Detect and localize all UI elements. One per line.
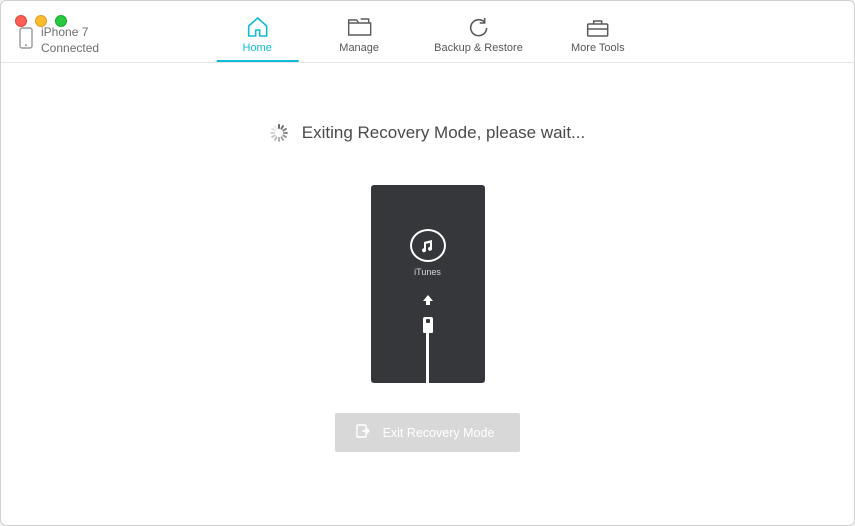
- arrow-up-icon: [422, 293, 434, 311]
- tab-home[interactable]: Home: [230, 16, 284, 62]
- close-icon[interactable]: [15, 15, 27, 27]
- status-message: Exiting Recovery Mode, please wait...: [302, 123, 585, 143]
- loading-spinner-icon: [270, 124, 288, 142]
- exit-recovery-mode-button[interactable]: Exit Recovery Mode: [335, 413, 521, 452]
- itunes-label: iTunes: [414, 267, 441, 277]
- nav-label: Backup & Restore: [434, 42, 523, 54]
- main-content: Exiting Recovery Mode, please wait... iT…: [1, 63, 854, 525]
- phone-illustration: iTunes: [371, 185, 485, 383]
- device-name: iPhone 7: [41, 25, 99, 41]
- exit-button-label: Exit Recovery Mode: [383, 426, 495, 440]
- nav-label: More Tools: [571, 42, 625, 54]
- itunes-icon: [410, 229, 446, 262]
- exit-icon: [355, 423, 371, 442]
- nav-label: Home: [243, 42, 272, 54]
- tab-manage[interactable]: Manage: [332, 16, 386, 62]
- tab-backup-restore[interactable]: Backup & Restore: [434, 16, 523, 62]
- maximize-icon[interactable]: [55, 15, 67, 27]
- tab-more-tools[interactable]: More Tools: [571, 16, 625, 62]
- device-status: Connected: [41, 41, 99, 57]
- phone-device-icon: [19, 27, 33, 54]
- navbar: Home Manage: [230, 1, 625, 62]
- toolbox-icon: [585, 16, 611, 38]
- home-icon: [245, 16, 269, 38]
- titlebar: iPhone 7 Connected Home: [1, 1, 854, 63]
- backup-restore-icon: [467, 16, 491, 38]
- nav-label: Manage: [339, 42, 379, 54]
- status-row: Exiting Recovery Mode, please wait...: [270, 123, 585, 143]
- lightning-cable-icon: [423, 317, 433, 383]
- app-window: iPhone 7 Connected Home: [0, 0, 855, 526]
- window-controls: [15, 15, 67, 27]
- folder-icon: [346, 16, 372, 38]
- minimize-icon[interactable]: [35, 15, 47, 27]
